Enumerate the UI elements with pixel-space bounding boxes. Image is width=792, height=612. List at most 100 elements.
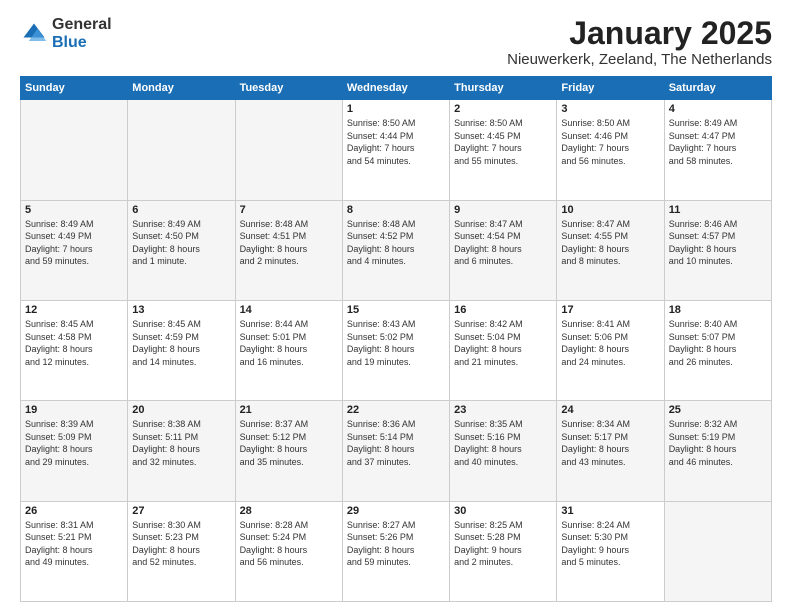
day-number: 2 [454,103,552,115]
table-row: 10Sunrise: 8:47 AM Sunset: 4:55 PM Dayli… [557,200,664,300]
subtitle: Nieuwerkerk, Zeeland, The Netherlands [507,51,772,68]
table-row: 2 Sunrise: 8:50 AM Sunset: 4:45 PM Daylig… [450,100,557,200]
day-info: Sunrise: 8:50 AM Sunset: 4:45 PM Dayligh… [454,117,552,167]
logo-general-text: General [52,16,112,34]
day-info: Sunrise: 8:45 AM Sunset: 4:58 PM Dayligh… [25,318,123,368]
day-number: 12 [25,304,123,316]
main-title: January 2025 [507,16,772,51]
day-number: 28 [240,505,338,517]
calendar-table: Sunday Monday Tuesday Wednesday Thursday… [20,76,772,602]
day-info: Sunrise: 8:42 AM Sunset: 5:04 PM Dayligh… [454,318,552,368]
table-row: 28 Sunrise: 8:28 AM Sunset: 5:24 PM Dayli… [235,501,342,601]
day-info: Sunrise: 8:24 AM Sunset: 5:30 PM Dayligh… [561,519,659,569]
day-info: Sunrise: 8:37 AM Sunset: 5:12 PM Dayligh… [240,418,338,468]
table-row: 20 Sunrise: 8:38 AM Sunset: 5:11 PM Dayli… [128,401,235,501]
day-info: Sunrise: 8:39 AM Sunset: 5:09 PM Dayligh… [25,418,123,468]
logo-text: General Blue [52,16,112,51]
day-info: Sunrise: 8:40 AM Sunset: 5:07 PM Dayligh… [669,318,767,368]
header: General Blue January 2025 Nieuwerkerk, Z… [20,16,772,68]
col-wednesday: Wednesday [342,77,449,100]
table-row: 27 Sunrise: 8:30 AM Sunset: 5:23 PM Dayli… [128,501,235,601]
col-tuesday: Tuesday [235,77,342,100]
calendar-week-row: 26 Sunrise: 8:31 AM Sunset: 5:21 PM Dayli… [21,501,772,601]
calendar-week-row: 5Sunrise: 8:49 AM Sunset: 4:49 PM Daylig… [21,200,772,300]
day-info: Sunrise: 8:30 AM Sunset: 5:23 PM Dayligh… [132,519,230,569]
table-row: 5Sunrise: 8:49 AM Sunset: 4:49 PM Daylig… [21,200,128,300]
day-number: 21 [240,404,338,416]
table-row: 6 Sunrise: 8:49 AM Sunset: 4:50 PM Daylig… [128,200,235,300]
day-info: Sunrise: 8:38 AM Sunset: 5:11 PM Dayligh… [132,418,230,468]
table-row: 17 Sunrise: 8:41 AM Sunset: 5:06 PM Dayli… [557,300,664,400]
title-block: January 2025 Nieuwerkerk, Zeeland, The N… [507,16,772,68]
day-info: Sunrise: 8:46 AM Sunset: 4:57 PM Dayligh… [669,218,767,268]
table-row: 13Sunrise: 8:45 AM Sunset: 4:59 PM Dayli… [128,300,235,400]
day-number: 13 [132,304,230,316]
day-number: 30 [454,505,552,517]
day-info: Sunrise: 8:43 AM Sunset: 5:02 PM Dayligh… [347,318,445,368]
day-number: 25 [669,404,767,416]
day-info: Sunrise: 8:50 AM Sunset: 4:46 PM Dayligh… [561,117,659,167]
day-info: Sunrise: 8:27 AM Sunset: 5:26 PM Dayligh… [347,519,445,569]
table-row: 12 Sunrise: 8:45 AM Sunset: 4:58 PM Dayli… [21,300,128,400]
day-info: Sunrise: 8:34 AM Sunset: 5:17 PM Dayligh… [561,418,659,468]
day-info: Sunrise: 8:28 AM Sunset: 5:24 PM Dayligh… [240,519,338,569]
col-sunday: Sunday [21,77,128,100]
calendar-week-row: 19Sunrise: 8:39 AM Sunset: 5:09 PM Dayli… [21,401,772,501]
table-row: 16 Sunrise: 8:42 AM Sunset: 5:04 PM Dayli… [450,300,557,400]
logo-blue-text: Blue [52,34,112,52]
day-info: Sunrise: 8:49 AM Sunset: 4:49 PM Dayligh… [25,218,123,268]
logo: General Blue [20,16,112,51]
table-row: 4Sunrise: 8:49 AM Sunset: 4:47 PM Daylig… [664,100,771,200]
table-row: 26 Sunrise: 8:31 AM Sunset: 5:21 PM Dayli… [21,501,128,601]
table-row: 7 Sunrise: 8:48 AM Sunset: 4:51 PM Daylig… [235,200,342,300]
day-info: Sunrise: 8:48 AM Sunset: 4:52 PM Dayligh… [347,218,445,268]
table-row: 18 Sunrise: 8:40 AM Sunset: 5:07 PM Dayli… [664,300,771,400]
day-info: Sunrise: 8:41 AM Sunset: 5:06 PM Dayligh… [561,318,659,368]
col-thursday: Thursday [450,77,557,100]
day-number: 15 [347,304,445,316]
table-row: 24 Sunrise: 8:34 AM Sunset: 5:17 PM Dayli… [557,401,664,501]
day-number: 6 [132,204,230,216]
day-info: Sunrise: 8:25 AM Sunset: 5:28 PM Dayligh… [454,519,552,569]
table-row: 3Sunrise: 8:50 AM Sunset: 4:46 PM Daylig… [557,100,664,200]
col-saturday: Saturday [664,77,771,100]
table-row: 21 Sunrise: 8:37 AM Sunset: 5:12 PM Dayli… [235,401,342,501]
day-number: 14 [240,304,338,316]
day-info: Sunrise: 8:48 AM Sunset: 4:51 PM Dayligh… [240,218,338,268]
table-row: 14Sunrise: 8:44 AM Sunset: 5:01 PM Dayli… [235,300,342,400]
day-number: 17 [561,304,659,316]
day-info: Sunrise: 8:35 AM Sunset: 5:16 PM Dayligh… [454,418,552,468]
day-info: Sunrise: 8:50 AM Sunset: 4:44 PM Dayligh… [347,117,445,167]
table-row: 29Sunrise: 8:27 AM Sunset: 5:26 PM Dayli… [342,501,449,601]
calendar-header-row: Sunday Monday Tuesday Wednesday Thursday… [21,77,772,100]
day-number: 26 [25,505,123,517]
day-info: Sunrise: 8:36 AM Sunset: 5:14 PM Dayligh… [347,418,445,468]
day-info: Sunrise: 8:49 AM Sunset: 4:47 PM Dayligh… [669,117,767,167]
table-row [664,501,771,601]
day-number: 10 [561,204,659,216]
table-row: 19Sunrise: 8:39 AM Sunset: 5:09 PM Dayli… [21,401,128,501]
table-row: 25Sunrise: 8:32 AM Sunset: 5:19 PM Dayli… [664,401,771,501]
table-row [21,100,128,200]
day-number: 22 [347,404,445,416]
table-row: 9Sunrise: 8:47 AM Sunset: 4:54 PM Daylig… [450,200,557,300]
day-info: Sunrise: 8:31 AM Sunset: 5:21 PM Dayligh… [25,519,123,569]
day-number: 18 [669,304,767,316]
day-number: 31 [561,505,659,517]
logo-icon [20,20,48,48]
day-info: Sunrise: 8:49 AM Sunset: 4:50 PM Dayligh… [132,218,230,268]
day-number: 27 [132,505,230,517]
day-number: 24 [561,404,659,416]
day-number: 7 [240,204,338,216]
day-number: 20 [132,404,230,416]
table-row: 30 Sunrise: 8:25 AM Sunset: 5:28 PM Dayli… [450,501,557,601]
day-number: 8 [347,204,445,216]
table-row: 1Sunrise: 8:50 AM Sunset: 4:44 PM Daylig… [342,100,449,200]
calendar-week-row: 12 Sunrise: 8:45 AM Sunset: 4:58 PM Dayli… [21,300,772,400]
table-row: 23Sunrise: 8:35 AM Sunset: 5:16 PM Dayli… [450,401,557,501]
table-row: 8 Sunrise: 8:48 AM Sunset: 4:52 PM Daylig… [342,200,449,300]
day-number: 9 [454,204,552,216]
day-number: 16 [454,304,552,316]
day-number: 11 [669,204,767,216]
col-monday: Monday [128,77,235,100]
